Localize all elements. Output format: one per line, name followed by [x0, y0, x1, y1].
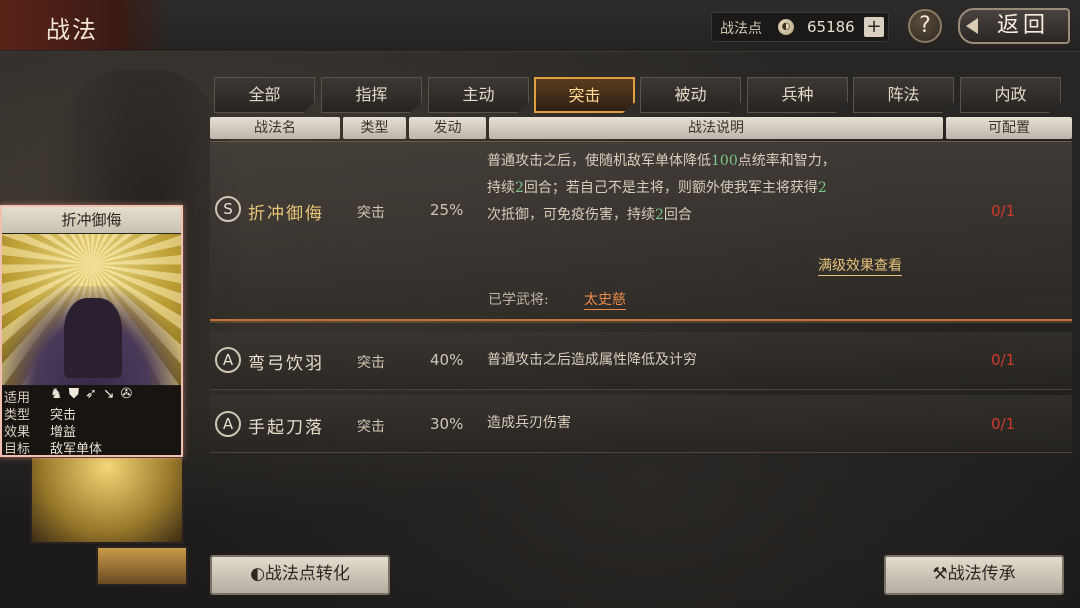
tab-troop[interactable]: 兵种 [747, 77, 848, 113]
tactic-point-icon: ◐ [250, 564, 265, 584]
tactic-card-preview[interactable]: 折冲御侮 适用 ♞⛊➶↘✇ 类型 突击 效果 增益 目标 敌军单体 [0, 205, 183, 457]
card-info-value: 敌军单体 [50, 442, 103, 457]
tab-all[interactable]: 全部 [214, 77, 315, 113]
inherit-label: 战法传承 [947, 564, 1016, 584]
points-value: 65186 [807, 18, 855, 36]
tactic-description: 造成兵刃伤害 [487, 415, 571, 431]
tactic-rate: 30% [430, 415, 464, 433]
tactic-rate: 25% [430, 201, 464, 219]
back-arrow-icon [966, 18, 978, 34]
grade-badge: A [215, 411, 241, 437]
category-tabs: 全部 指挥 主动 突击 被动 兵种 阵法 内政 [214, 77, 1072, 113]
configurable-count: 0/1 [991, 415, 1016, 433]
table-row[interactable]: S 折冲御侮 突击 25% 普通攻击之后，使随机敌军单体降低100点统率和智力，… [210, 141, 1072, 321]
tactic-point-icon: ◐ [778, 19, 794, 35]
tactic-name: 折冲御侮 [248, 204, 324, 224]
configurable-count: 0/1 [991, 351, 1016, 369]
rider-silhouette [64, 298, 122, 378]
top-bar: 战法 战法点 ◐ 65186 + ? 返回 [0, 0, 1080, 52]
spear-icon: ↘ [102, 386, 121, 402]
learned-general-link[interactable]: 太史慈 [584, 289, 626, 310]
learned-label: 已学武将: [488, 292, 549, 308]
grade-badge: A [215, 347, 241, 373]
table-row[interactable]: A 弯弓饮羽 突击 40% 普通攻击之后造成属性降低及计穷 0/1 [210, 332, 1072, 390]
cavalry-icon: ♞ [50, 386, 69, 402]
column-description: 战法说明 [489, 117, 943, 139]
tactic-rate: 40% [430, 351, 464, 369]
bow-icon: ➶ [85, 386, 103, 402]
configurable-count: 0/1 [991, 202, 1016, 220]
tactic-type: 突击 [357, 355, 385, 371]
tactic-type: 突击 [357, 205, 385, 221]
page-title: 战法 [46, 16, 98, 44]
column-name[interactable]: 战法名 [210, 117, 340, 139]
back-button[interactable]: 返回 [958, 8, 1070, 44]
convert-label: 战法点转化 [264, 564, 350, 584]
full-level-effect-link[interactable]: 满级效果查看 [818, 255, 902, 276]
card-artwork [2, 234, 181, 386]
hammer-icon: ⚒ [932, 564, 948, 584]
column-rate[interactable]: 发动 [409, 117, 486, 139]
unit-type-icons: ♞⛊➶↘✇ [50, 386, 138, 402]
tab-passive[interactable]: 被动 [640, 77, 741, 113]
shield-icon: ⛊ [68, 386, 86, 402]
tab-active[interactable]: 主动 [428, 77, 529, 113]
tab-command[interactable]: 指挥 [321, 77, 422, 113]
card-stack-back [96, 546, 188, 586]
help-button[interactable]: ? [908, 9, 942, 43]
column-type[interactable]: 类型 [343, 117, 406, 139]
card-title: 折冲御侮 [2, 207, 181, 233]
tab-assault[interactable]: 突击 [534, 77, 635, 113]
add-points-button[interactable]: + [864, 17, 884, 37]
inherit-tactic-button[interactable]: ⚒战法传承 [884, 555, 1064, 595]
table-header: 战法名 类型 发动 战法说明 可配置 [210, 117, 1072, 139]
tactic-description: 普通攻击之后造成属性降低及计穷 [487, 352, 697, 368]
tab-formation[interactable]: 阵法 [853, 77, 954, 113]
column-configurable[interactable]: 可配置 [946, 117, 1072, 139]
back-label: 返回 [996, 13, 1049, 38]
card-info: 适用 ♞⛊➶↘✇ 类型 突击 效果 增益 目标 敌军单体 [2, 385, 181, 457]
tactic-type: 突击 [357, 419, 385, 435]
convert-points-button[interactable]: ◐战法点转化 [210, 555, 390, 595]
table-row[interactable]: A 手起刀落 突击 30% 造成兵刃伤害 0/1 [210, 395, 1072, 453]
tactic-name: 弯弓饮羽 [248, 354, 324, 374]
siege-icon: ✇ [120, 386, 139, 402]
tactic-name: 手起刀落 [248, 418, 324, 438]
card-info-label: 目标 [4, 442, 31, 457]
tactic-points-display: 战法点 ◐ 65186 + [711, 12, 889, 42]
points-label: 战法点 [720, 21, 762, 37]
tab-internal[interactable]: 内政 [960, 77, 1061, 113]
grade-badge: S [215, 196, 241, 222]
tactic-description: 普通攻击之后，使随机敌军单体降低100点统率和智力， 持续2回合；若自己不是主将… [487, 153, 836, 223]
card-stack-middle [30, 456, 184, 544]
